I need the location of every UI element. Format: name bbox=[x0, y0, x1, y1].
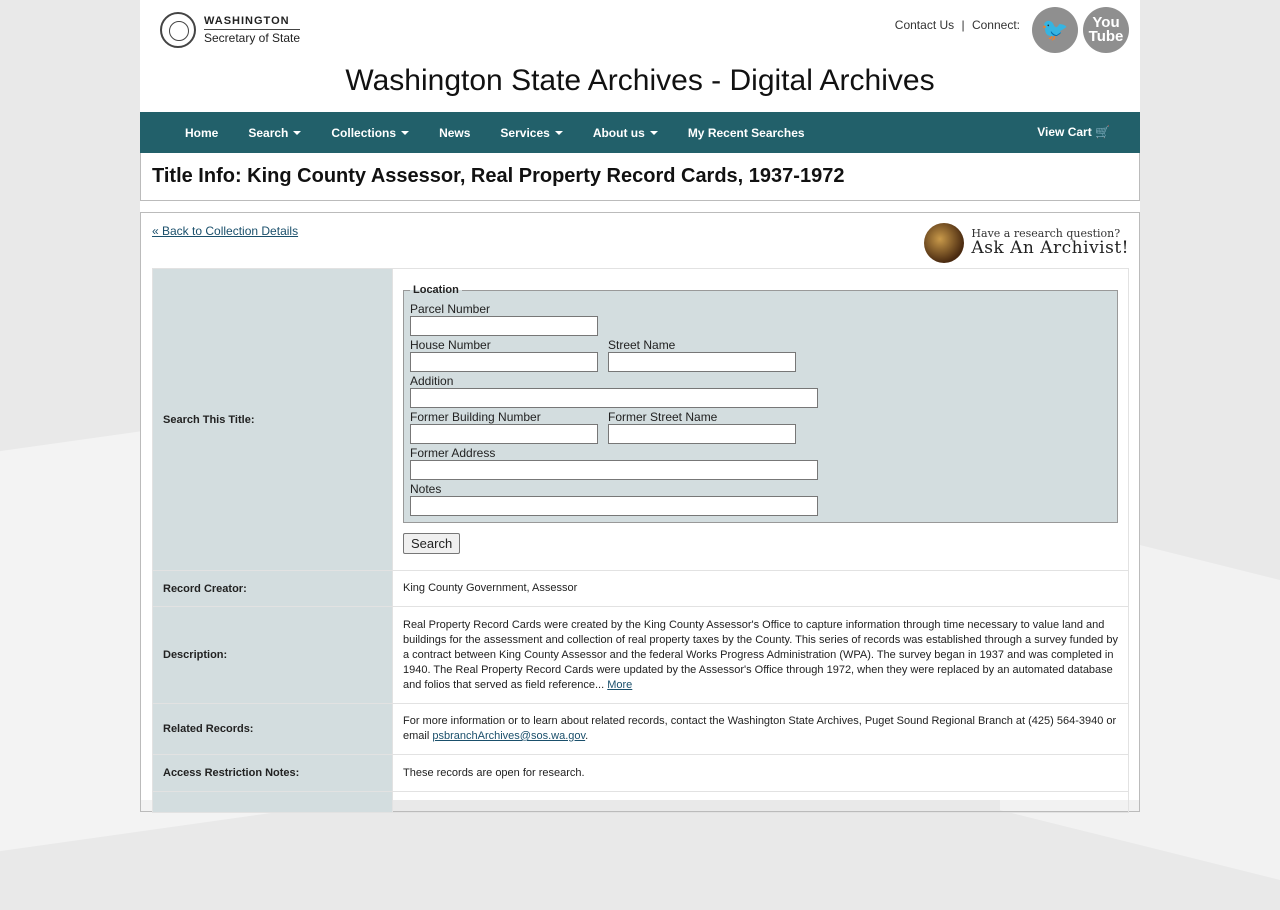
description-more-link[interactable]: More bbox=[607, 679, 632, 691]
ask-archivist-banner[interactable]: Have a research question? Ask An Archivi… bbox=[924, 223, 1129, 263]
site-header: WASHINGTON Secretary of State Contact Us… bbox=[140, 0, 1140, 112]
page-container: WASHINGTON Secretary of State Contact Us… bbox=[140, 0, 1140, 813]
nav-home[interactable]: Home bbox=[170, 126, 233, 140]
archive-books-icon bbox=[924, 223, 965, 263]
table-row: Search This Title: Location Parcel Numbe… bbox=[152, 268, 1129, 571]
table-row: Record Creator: King County Government, … bbox=[152, 570, 1129, 607]
former-building-number-input[interactable] bbox=[410, 424, 598, 444]
table-row: Description: Real Property Record Cards … bbox=[152, 606, 1129, 704]
table-row bbox=[152, 791, 1129, 813]
addition-input[interactable] bbox=[410, 388, 818, 408]
street-name-input[interactable] bbox=[608, 352, 796, 372]
nav-recent-searches[interactable]: My Recent Searches bbox=[673, 126, 820, 140]
former-street-label: Former Street Name bbox=[608, 410, 718, 424]
search-form-cell: Location Parcel Number House Number Stre… bbox=[392, 268, 1129, 571]
chevron-down-icon bbox=[293, 131, 302, 136]
nav-about[interactable]: About us bbox=[578, 126, 673, 140]
former-building-label: Former Building Number bbox=[410, 410, 541, 424]
content-panel: « Back to Collection Details Have a rese… bbox=[140, 212, 1140, 813]
access-restriction-label: Access Restriction Notes: bbox=[152, 754, 393, 792]
view-cart-button[interactable]: View Cart 🛒 bbox=[1037, 125, 1110, 139]
nav-collections[interactable]: Collections bbox=[316, 126, 424, 140]
chevron-down-icon bbox=[401, 131, 410, 136]
notes-label: Notes bbox=[410, 482, 442, 496]
nav-services[interactable]: Services bbox=[485, 126, 577, 140]
related-records-cell: For more information or to learn about r… bbox=[392, 703, 1129, 755]
parcel-label: Parcel Number bbox=[410, 302, 491, 316]
location-fieldset: Location Parcel Number House Number Stre… bbox=[403, 283, 1118, 523]
description-value: Real Property Record Cards were created … bbox=[403, 618, 1118, 691]
table-row: Access Restriction Notes: These records … bbox=[152, 754, 1129, 792]
description-cell: Real Property Record Cards were created … bbox=[392, 606, 1129, 704]
former-address-input[interactable] bbox=[410, 460, 818, 480]
nav-news[interactable]: News bbox=[424, 126, 485, 140]
youtube-icon[interactable]: You Tube bbox=[1083, 7, 1129, 53]
description-label: Description: bbox=[152, 606, 393, 704]
house-label: House Number bbox=[410, 338, 491, 352]
site-title: Washington State Archives - Digital Arch… bbox=[345, 64, 935, 97]
related-records-label: Related Records: bbox=[152, 703, 393, 755]
logo-title: WASHINGTON bbox=[204, 14, 290, 27]
notes-input[interactable] bbox=[410, 496, 818, 516]
former-street-name-input[interactable] bbox=[608, 424, 796, 444]
email-link[interactable]: psbranchArchives@sos.wa.gov bbox=[432, 730, 585, 742]
table-row: Related Records: For more information or… bbox=[152, 703, 1129, 755]
house-number-input[interactable] bbox=[410, 352, 598, 372]
ask-title: Ask An Archivist! bbox=[971, 237, 1129, 258]
record-creator-label: Record Creator: bbox=[152, 570, 393, 607]
separator: | bbox=[961, 18, 965, 32]
back-to-collection-link[interactable]: « Back to Collection Details bbox=[152, 224, 298, 238]
title-info-table: Search This Title: Location Parcel Numbe… bbox=[152, 268, 1129, 813]
main-nav: Home Search Collections News Services Ab… bbox=[140, 112, 1140, 153]
top-links: Contact Us | Connect: bbox=[893, 18, 1022, 32]
twitter-icon[interactable]: 🐦 bbox=[1032, 7, 1078, 53]
street-label: Street Name bbox=[608, 338, 676, 352]
chevron-down-icon bbox=[554, 131, 563, 136]
contact-us-link[interactable]: Contact Us bbox=[895, 18, 954, 32]
chevron-down-icon bbox=[649, 131, 658, 136]
state-seal-icon bbox=[160, 12, 196, 48]
access-restriction-value: These records are open for research. bbox=[392, 754, 1129, 792]
nav-search[interactable]: Search bbox=[233, 126, 316, 140]
sos-logo[interactable]: WASHINGTON Secretary of State bbox=[160, 12, 301, 48]
search-button[interactable]: Search bbox=[403, 533, 461, 554]
logo-subtitle: Secretary of State bbox=[204, 28, 301, 45]
connect-label: Connect: bbox=[971, 18, 1020, 32]
former-address-label: Former Address bbox=[410, 446, 496, 460]
search-label: Search This Title: bbox=[152, 268, 393, 571]
addition-label: Addition bbox=[410, 374, 454, 388]
record-creator-value: King County Government, Assessor bbox=[392, 570, 1129, 607]
page-title: Title Info: King County Assessor, Real P… bbox=[140, 153, 1140, 201]
parcel-number-input[interactable] bbox=[410, 316, 598, 336]
location-legend: Location bbox=[413, 284, 459, 296]
